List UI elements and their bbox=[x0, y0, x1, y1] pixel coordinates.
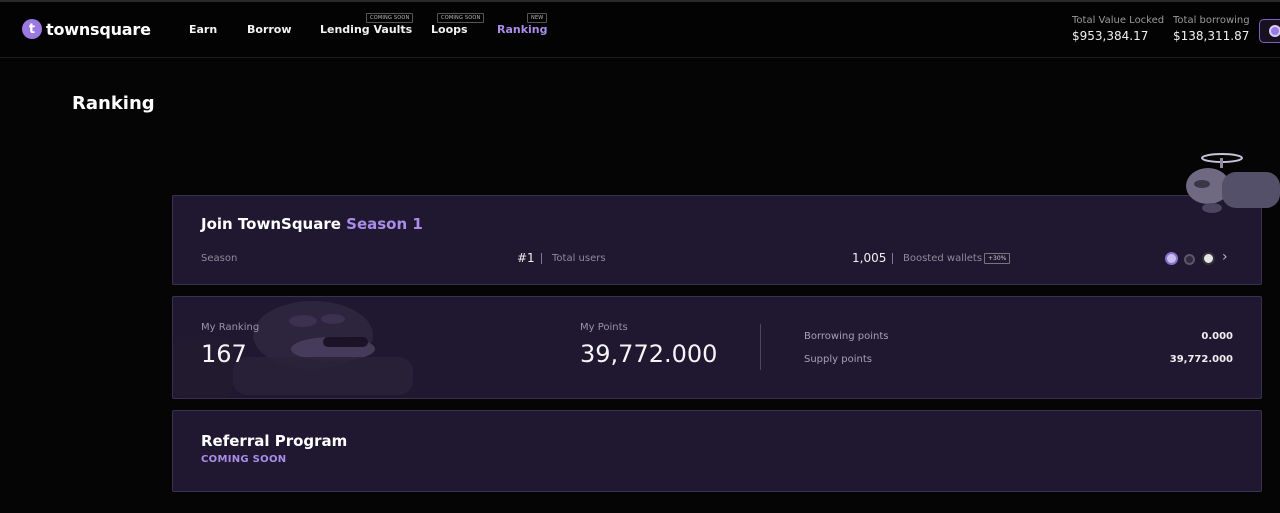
borrowing-points-value: 0.000 bbox=[1201, 331, 1233, 342]
season-card: Join TownSquare Season 1 Season #1 Total… bbox=[172, 195, 1262, 285]
wallet-button[interactable] bbox=[1259, 19, 1280, 43]
flying-mascot-icon bbox=[1186, 153, 1280, 213]
page-title: Ranking bbox=[72, 93, 155, 114]
borrowing-label: Total borrowing bbox=[1173, 15, 1250, 26]
total-users-label: Total users bbox=[552, 253, 606, 264]
nav-earn[interactable]: Earn bbox=[189, 23, 217, 36]
borrowing-stat: Total borrowing $138,311.87 bbox=[1173, 15, 1250, 43]
my-ranking-value: 167 bbox=[201, 340, 247, 368]
nav-lending-vaults[interactable]: Lending Vaults bbox=[320, 23, 412, 36]
nav-lending-vaults-badge: COMING SOON bbox=[366, 13, 414, 23]
nav-loops[interactable]: Loops bbox=[431, 23, 468, 36]
tvl-label: Total Value Locked bbox=[1072, 15, 1165, 26]
vertical-divider bbox=[760, 324, 761, 370]
logo-mark-icon: t bbox=[22, 19, 42, 39]
nav-loops-badge: COMING SOON bbox=[437, 13, 485, 23]
season-label: Season bbox=[201, 253, 238, 264]
borrowing-value: $138,311.87 bbox=[1173, 29, 1250, 43]
logo[interactable]: t townsquare bbox=[22, 19, 151, 39]
referral-card: Referral Program COMING SOON bbox=[172, 410, 1262, 492]
tvl-stat: Total Value Locked $953,384.17 bbox=[1072, 15, 1164, 43]
my-points-label: My Points bbox=[580, 322, 628, 333]
season-title: Join TownSquare Season 1 bbox=[201, 215, 423, 233]
network-icon[interactable] bbox=[1202, 252, 1215, 265]
tvl-value: $953,384.17 bbox=[1072, 29, 1149, 43]
nav-borrow[interactable]: Borrow bbox=[247, 23, 292, 36]
top-border bbox=[0, 0, 1280, 2]
top-navbar: t townsquare Earn Borrow COMING SOON Len… bbox=[0, 0, 1280, 58]
token-logo-icon[interactable] bbox=[1165, 252, 1178, 265]
referral-title: Referral Program bbox=[201, 432, 348, 450]
supply-points-label: Supply points bbox=[804, 354, 872, 365]
my-ranking-label: My Ranking bbox=[201, 322, 260, 333]
my-points-value: 39,772.000 bbox=[580, 340, 718, 368]
logo-text: townsquare bbox=[46, 19, 151, 39]
referral-coming-soon: COMING SOON bbox=[201, 454, 287, 465]
season-title-main: Join TownSquare bbox=[201, 215, 341, 233]
supply-points-value: 39,772.000 bbox=[1169, 354, 1233, 365]
lock-icon[interactable] bbox=[1184, 254, 1195, 265]
borrowing-points-label: Borrowing points bbox=[804, 331, 889, 342]
chevron-right-icon[interactable]: › bbox=[1222, 249, 1228, 265]
boosted-wallets-label: Boosted wallets bbox=[903, 253, 983, 264]
boost-badge: +30% bbox=[984, 253, 1011, 264]
wallet-icon bbox=[1269, 25, 1280, 37]
divider bbox=[892, 253, 893, 264]
nav-ranking[interactable]: Ranking bbox=[497, 23, 548, 36]
total-users-value: 1,005 bbox=[852, 251, 887, 265]
divider bbox=[541, 253, 542, 264]
nav-ranking-badge: NEW bbox=[527, 13, 548, 23]
points-card: My Ranking 167 My Points 39,772.000 Borr… bbox=[172, 296, 1262, 399]
season-title-accent: Season 1 bbox=[346, 215, 423, 233]
season-value: #1 bbox=[517, 251, 535, 265]
